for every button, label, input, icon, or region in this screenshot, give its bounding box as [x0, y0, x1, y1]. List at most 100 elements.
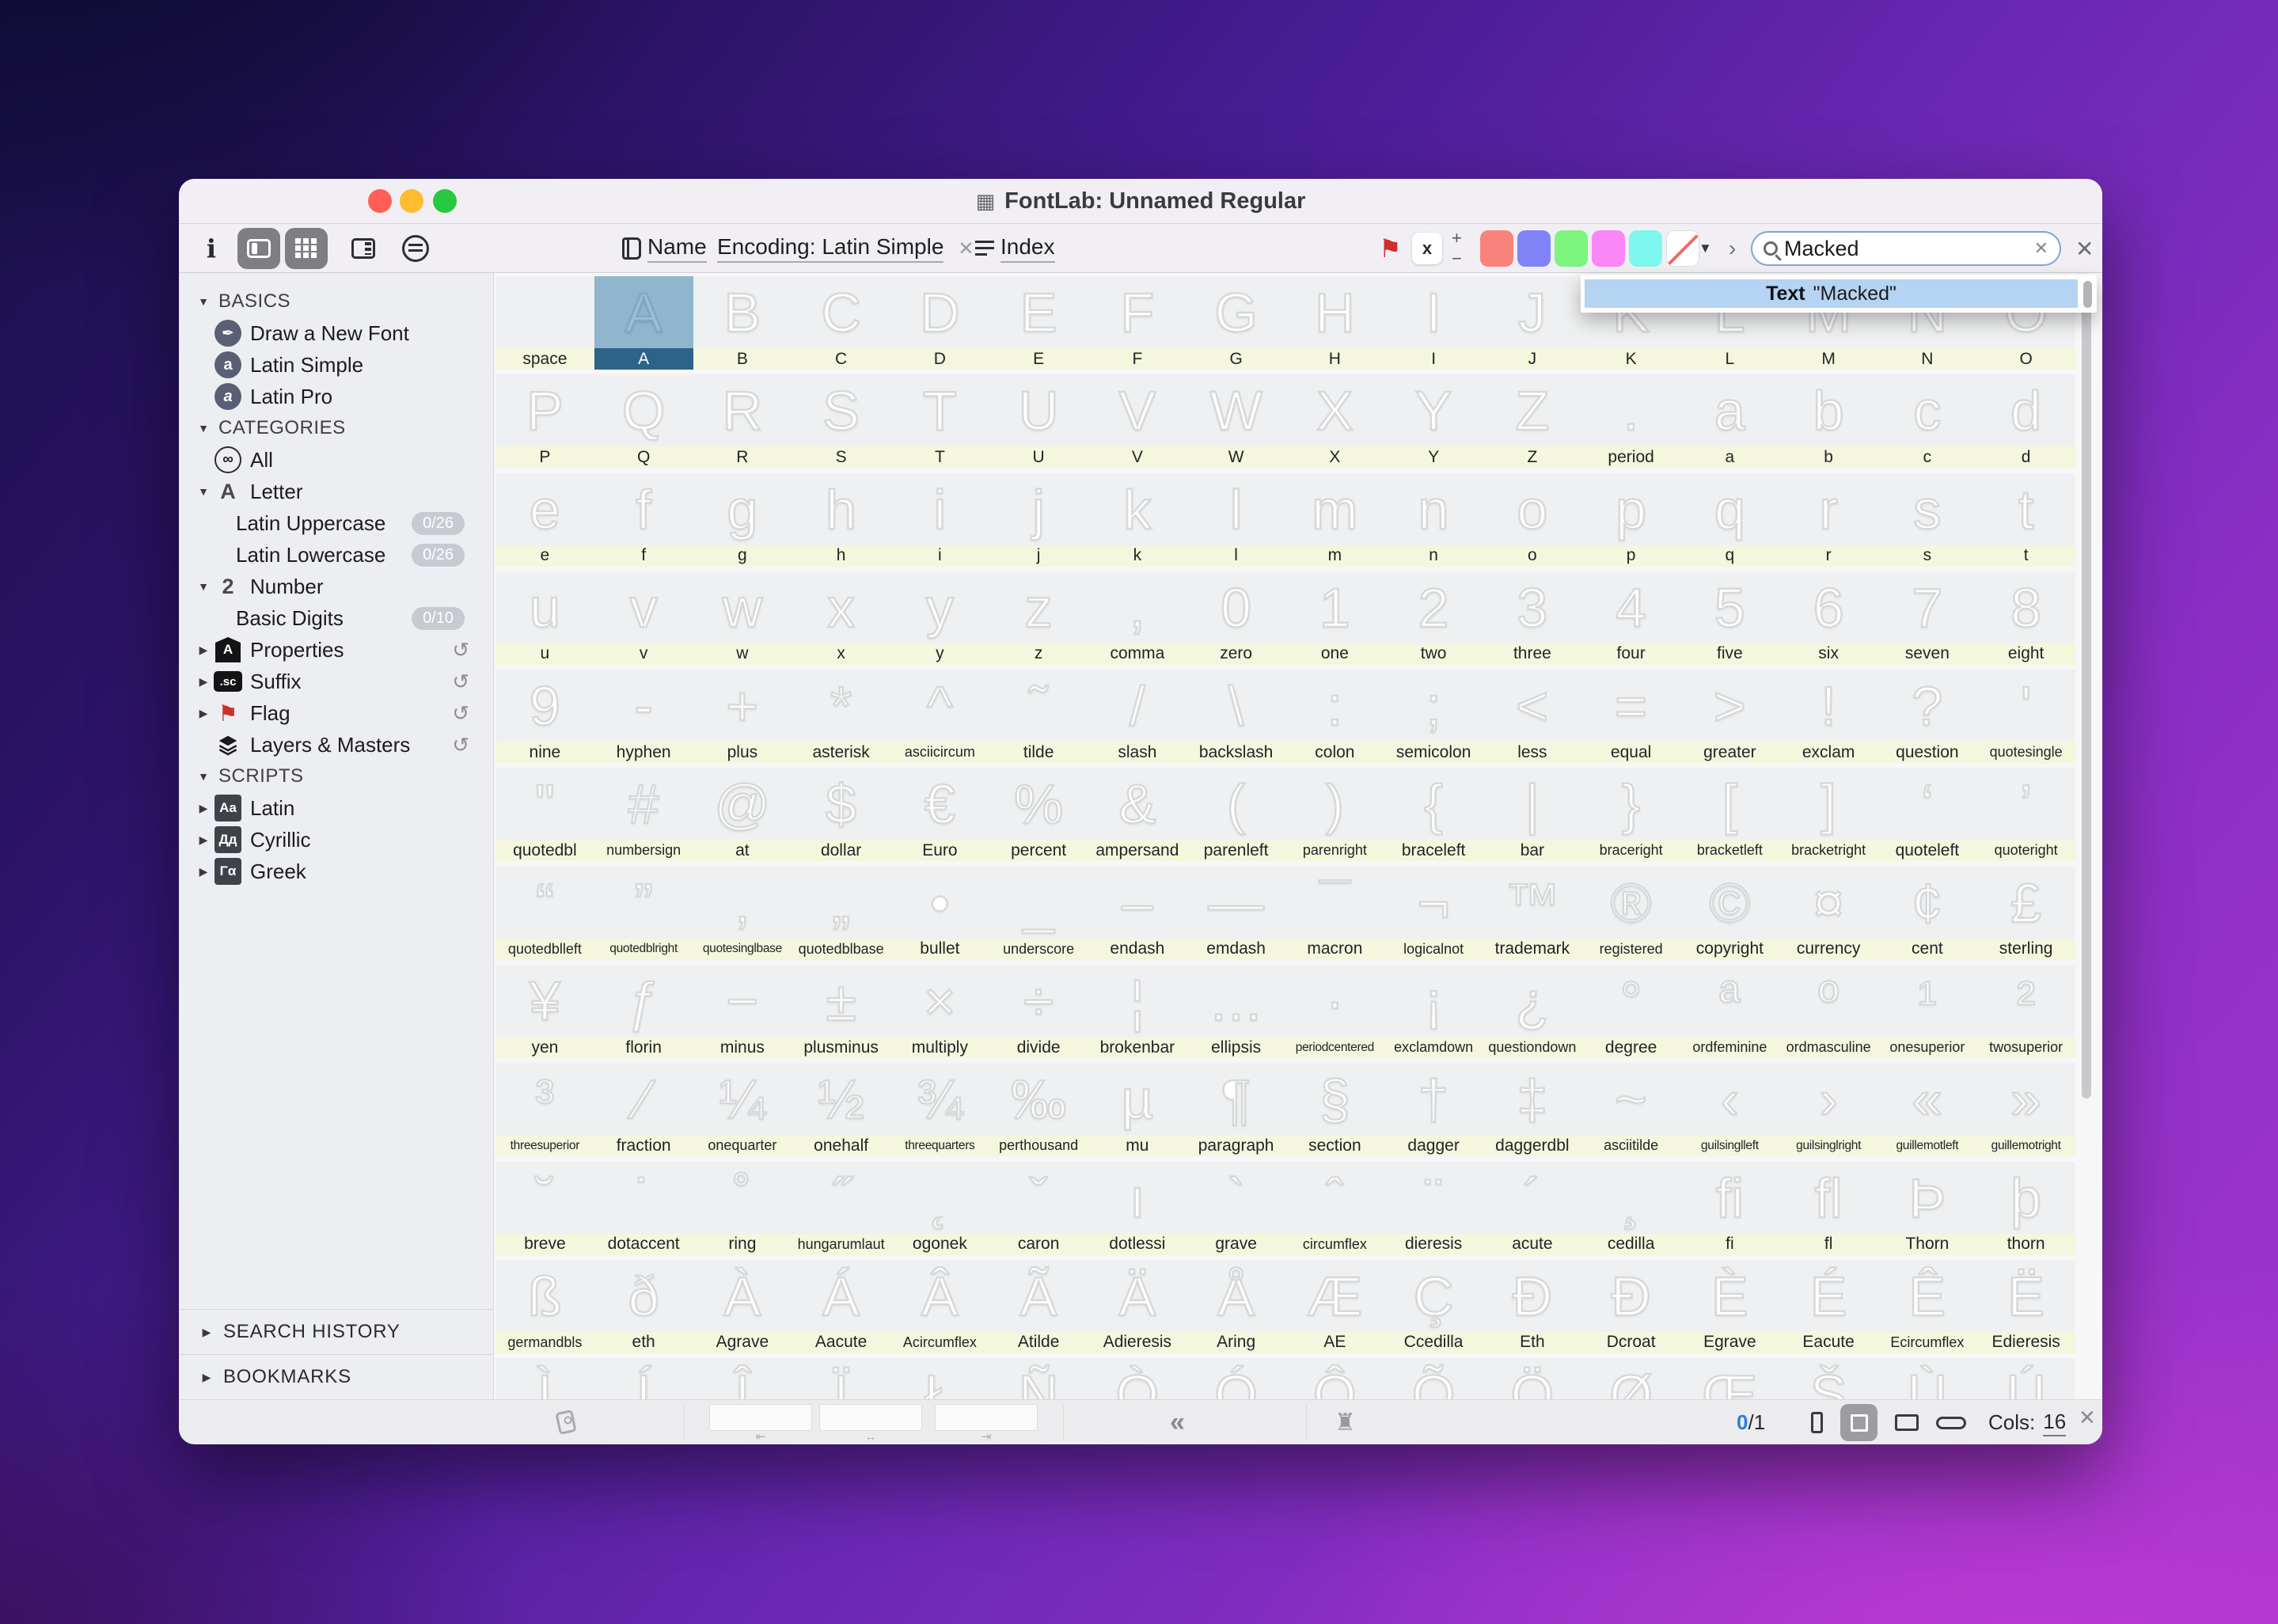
- glyph-cell[interactable]: —emdash: [1186, 867, 1285, 960]
- search-input[interactable]: [1784, 237, 2028, 261]
- anchors-icon[interactable]: ♜: [1335, 1400, 1356, 1444]
- glyph-cell[interactable]: 'quotesingle: [1976, 670, 2075, 763]
- glyph-cell[interactable]: /slash: [1088, 670, 1187, 763]
- glyph-cell[interactable]: ww: [693, 571, 792, 665]
- glyph-cell[interactable]: 4four: [1581, 571, 1680, 665]
- sidebar-item-flag[interactable]: ▶⚑Flag↺: [179, 697, 493, 729]
- glyph-cell[interactable]: ƒflorin: [594, 965, 693, 1058]
- glyph-cell[interactable]: {braceleft: [1384, 768, 1483, 861]
- glyph-cell[interactable]: ˚ring: [693, 1162, 792, 1255]
- glyph-cell[interactable]: Ö: [1483, 1358, 1582, 1399]
- glyph-cell[interactable]: `grave: [1186, 1162, 1285, 1255]
- glyph-cell[interactable]: ºordmasculine: [1779, 965, 1878, 1058]
- glyph-cell[interactable]: ‚quotesinglbase: [693, 867, 792, 960]
- glyph-cell[interactable]: :colon: [1285, 670, 1384, 763]
- suggestion-row[interactable]: Text "Macked": [1585, 279, 2078, 308]
- glyph-cell[interactable]: ‡daggerdbl: [1483, 1063, 1582, 1156]
- glyph-cell[interactable]: 5five: [1680, 571, 1779, 665]
- glyph-cell[interactable]: ÄAdieresis: [1088, 1260, 1187, 1353]
- glyph-cell[interactable]: RR: [693, 374, 792, 468]
- glyph-cell[interactable]: Ø: [1581, 1358, 1680, 1399]
- sidebar-item-suffix[interactable]: ▶.scSuffix↺: [179, 666, 493, 697]
- glyph-cell[interactable]: >greater: [1680, 670, 1779, 763]
- glyph-cell[interactable]: ff: [594, 473, 693, 567]
- chevron-right-icon[interactable]: ›: [1729, 224, 1736, 273]
- glyph-cell[interactable]: Ì: [495, 1358, 594, 1399]
- glyph-cell[interactable]: ˘breve: [495, 1162, 594, 1255]
- cell-size-small-button[interactable]: [1811, 1412, 1823, 1433]
- glyph-cell[interactable]: Š: [1779, 1358, 1878, 1399]
- glyph-cell[interactable]: ll: [1186, 473, 1285, 567]
- glyph-cell[interactable]: ¬logicalnot: [1384, 867, 1483, 960]
- glyph-cell[interactable]: CC: [792, 276, 890, 370]
- glyph-cell[interactable]: !exclam: [1779, 670, 1878, 763]
- sidebar-item-latin[interactable]: ▶AaLatin: [179, 792, 493, 824]
- sidebar-item-basic-digits[interactable]: Basic Digits0/10: [179, 602, 493, 634]
- glyph-cell[interactable]: zz: [989, 571, 1088, 665]
- glyph-cell[interactable]: ﬁfi: [1680, 1162, 1779, 1255]
- glyph-cell[interactable]: kk: [1088, 473, 1187, 567]
- glyph-cell[interactable]: )parenright: [1285, 768, 1384, 861]
- info-icon[interactable]: i: [199, 224, 223, 273]
- glyph-cell[interactable]: vv: [594, 571, 693, 665]
- glyph-cell[interactable]: EE: [989, 276, 1088, 370]
- glyph-cell[interactable]: ¨dieresis: [1384, 1162, 1483, 1255]
- glyph-cell[interactable]: ÅAring: [1186, 1260, 1285, 1353]
- glyph-cell[interactable]: $dollar: [792, 768, 890, 861]
- cell-size-medium-button[interactable]: [1840, 1404, 1877, 1441]
- chevron-down-icon[interactable]: ▼: [196, 580, 211, 593]
- glyph-cell[interactable]: þthorn: [1976, 1162, 2075, 1255]
- glyph-cell[interactable]: ZZ: [1483, 374, 1582, 468]
- sidebar-item-latin-lowercase[interactable]: Latin Lowercase0/26: [179, 539, 493, 571]
- color-swatch[interactable]: [1517, 230, 1551, 267]
- glyph-cell[interactable]: †dagger: [1384, 1063, 1483, 1156]
- chevron-right-icon[interactable]: ▶: [196, 707, 211, 720]
- glyph-cell[interactable]: «guillemotleft: [1878, 1063, 1977, 1156]
- glyph-cell[interactable]: ´acute: [1483, 1162, 1582, 1255]
- glyph-cell[interactable]: Ó: [1186, 1358, 1285, 1399]
- glyph-cell[interactable]: ⁄fraction: [594, 1063, 693, 1156]
- flag-icon[interactable]: ⚑: [1379, 224, 1402, 273]
- glyph-cell[interactable]: µmu: [1088, 1063, 1187, 1156]
- glyph-cell[interactable]: °degree: [1581, 965, 1680, 1058]
- glyph-cell[interactable]: yy: [890, 571, 989, 665]
- tag-icon[interactable]: [555, 1410, 576, 1435]
- sidebar-item-latin-pro[interactable]: aLatin Pro: [179, 381, 493, 412]
- glyph-cell[interactable]: ßgermandbls: [495, 1260, 594, 1353]
- glyph-cell[interactable]: ÊEcircumflex: [1878, 1260, 1977, 1353]
- glyph-cell[interactable]: ðeth: [594, 1260, 693, 1353]
- glyph-cell[interactable]: −minus: [693, 965, 792, 1058]
- glyph-cell[interactable]: -hyphen: [594, 670, 693, 763]
- cell-size-wide-button[interactable]: [1936, 1417, 1966, 1429]
- glyph-cell[interactable]: XX: [1285, 374, 1384, 468]
- glyph-cell[interactable]: £sterling: [1976, 867, 2075, 960]
- glyph-cell[interactable]: 2two: [1384, 571, 1483, 665]
- glyph-cell[interactable]: qq: [1680, 473, 1779, 567]
- glyph-cell[interactable]: space: [495, 276, 594, 370]
- glyph-cell[interactable]: aa: [1680, 374, 1779, 468]
- glyph-cell[interactable]: Ł: [890, 1358, 989, 1399]
- sidebar-section-header[interactable]: ▼SCRIPTS: [179, 761, 493, 792]
- kerning-icon[interactable]: «: [1170, 1400, 1185, 1444]
- glyph-cell[interactable]: ×multiply: [890, 965, 989, 1058]
- glyph-cell[interactable]: =equal: [1581, 670, 1680, 763]
- glyph-cell[interactable]: Ú: [1976, 1358, 2075, 1399]
- plus-icon[interactable]: +: [1452, 230, 1462, 246]
- glyph-cell[interactable]: ËEdieresis: [1976, 1260, 2075, 1353]
- color-swatch[interactable]: [1629, 230, 1662, 267]
- glyph-cell[interactable]: ¡exclamdown: [1384, 965, 1483, 1058]
- glyph-cell[interactable]: ½onehalf: [792, 1063, 890, 1156]
- glyph-cell[interactable]: ÐEth: [1483, 1260, 1582, 1353]
- glyph-cell[interactable]: ˙dotaccent: [594, 1162, 693, 1255]
- glyph-cell[interactable]: nn: [1384, 473, 1483, 567]
- rsb-input[interactable]: [935, 1404, 1038, 1431]
- cols-value[interactable]: 16: [2043, 1410, 2066, 1436]
- glyph-cell[interactable]: 3three: [1483, 571, 1582, 665]
- glyph-cell[interactable]: ªordfeminine: [1680, 965, 1779, 1058]
- glyph-cell[interactable]: Œ: [1680, 1358, 1779, 1399]
- glyph-cell[interactable]: BB: [693, 276, 792, 370]
- sidebar-item-bookmarks[interactable]: ▶BOOKMARKS: [179, 1355, 493, 1399]
- glyph-cell[interactable]: GG: [1186, 276, 1285, 370]
- sidebar-item-letter[interactable]: ▼ALetter: [179, 476, 493, 507]
- tab-index[interactable]: Index: [975, 224, 1055, 273]
